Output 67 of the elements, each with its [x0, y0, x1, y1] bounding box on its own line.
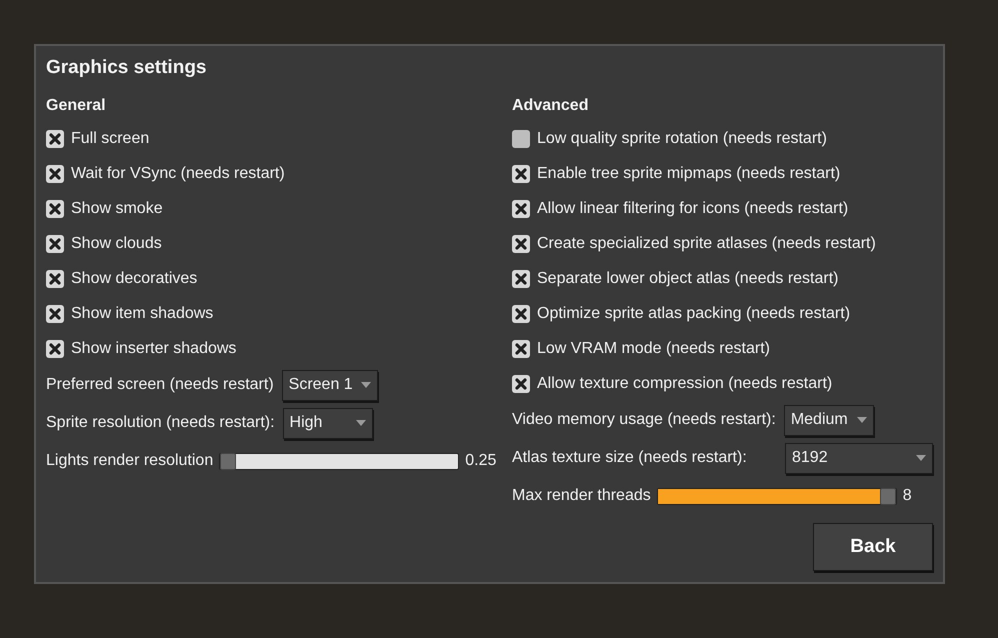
caret-icon	[356, 420, 366, 426]
checkbox[interactable]	[46, 130, 64, 148]
slider-value: 8	[902, 486, 912, 506]
dropdown[interactable]: Screen 1	[282, 370, 378, 400]
dropdown[interactable]: 8192	[785, 442, 933, 474]
slider-track[interactable]	[219, 452, 460, 470]
checkbox-label: Enable tree sprite mipmaps (needs restart)	[537, 164, 840, 184]
dropdown[interactable]: Medium	[784, 404, 874, 436]
cross-icon	[49, 238, 61, 250]
checkbox-label: Show item shadows	[71, 304, 214, 324]
checkbox-label: Allow linear filtering for icons (needs restart)	[537, 198, 848, 218]
checkbox-label: Show smoke	[71, 198, 163, 218]
checkbox-label: Separate lower object atlas (needs restart)	[537, 268, 838, 288]
cross-icon	[515, 342, 527, 354]
dropdown-label: Video memory usage (needs restart):	[512, 410, 776, 430]
checkbox-label: Low quality sprite rotation (needs restart)	[537, 128, 827, 148]
dropdown-label: Preferred screen (needs restart)	[46, 375, 274, 395]
checkbox[interactable]	[512, 200, 530, 218]
cross-icon	[49, 168, 61, 180]
checkbox[interactable]	[46, 304, 64, 322]
cross-icon	[49, 132, 61, 144]
slider-label: Max render threads	[512, 486, 651, 506]
checkbox-label: Show clouds	[71, 234, 162, 254]
back-button[interactable]: Back	[813, 523, 933, 571]
slider-thumb[interactable]	[880, 488, 896, 504]
slider-thumb[interactable]	[220, 452, 236, 470]
checkbox-label: Allow texture compression (needs restart)	[537, 374, 832, 394]
checkbox[interactable]	[512, 304, 530, 322]
checkbox[interactable]	[512, 130, 530, 148]
checkbox[interactable]	[46, 200, 64, 218]
dropdown-label: Atlas texture size (needs restart):	[512, 448, 748, 468]
checkbox-label: Full screen	[71, 128, 150, 148]
cross-icon	[515, 272, 527, 284]
slider-value: 0.25	[465, 451, 496, 471]
caret-icon	[916, 455, 926, 461]
checkbox-label: Show inserter shadows	[71, 338, 236, 358]
checkbox-label: Optimize sprite atlas packing (needs restart)	[537, 304, 850, 324]
cross-icon	[49, 342, 61, 354]
checkbox[interactable]	[46, 234, 64, 252]
cross-icon	[49, 272, 61, 284]
slider-label: Lights render resolution	[46, 451, 214, 471]
checkbox[interactable]	[512, 270, 530, 288]
checkbox-label: Create specialized sprite atlases (needs restart)	[537, 234, 876, 254]
checkbox[interactable]	[512, 374, 530, 392]
checkbox[interactable]	[46, 270, 64, 288]
section-heading: General	[46, 96, 107, 116]
checkbox[interactable]	[512, 340, 530, 358]
dropdown[interactable]: High	[282, 408, 373, 438]
cross-icon	[49, 202, 61, 214]
cross-icon	[515, 168, 527, 180]
checkbox-label: Wait for VSync (needs restart)	[71, 164, 285, 184]
checkbox[interactable]	[46, 164, 64, 182]
cross-icon	[49, 308, 61, 320]
cross-icon	[515, 308, 527, 320]
caret-icon	[360, 382, 371, 388]
caret-icon	[856, 417, 867, 423]
checkbox[interactable]	[512, 234, 530, 252]
checkbox[interactable]	[512, 164, 530, 182]
cross-icon	[515, 378, 527, 390]
cross-icon	[515, 238, 527, 250]
section-heading: Advanced	[512, 96, 590, 116]
cross-icon	[515, 202, 527, 214]
dialog-title: Graphics settings	[46, 56, 208, 80]
checkbox-label: Show decoratives	[71, 268, 198, 288]
checkbox[interactable]	[46, 340, 64, 358]
dropdown-label: Sprite resolution (needs restart):	[46, 413, 275, 433]
checkbox-label: Low VRAM mode (needs restart)	[537, 338, 770, 358]
